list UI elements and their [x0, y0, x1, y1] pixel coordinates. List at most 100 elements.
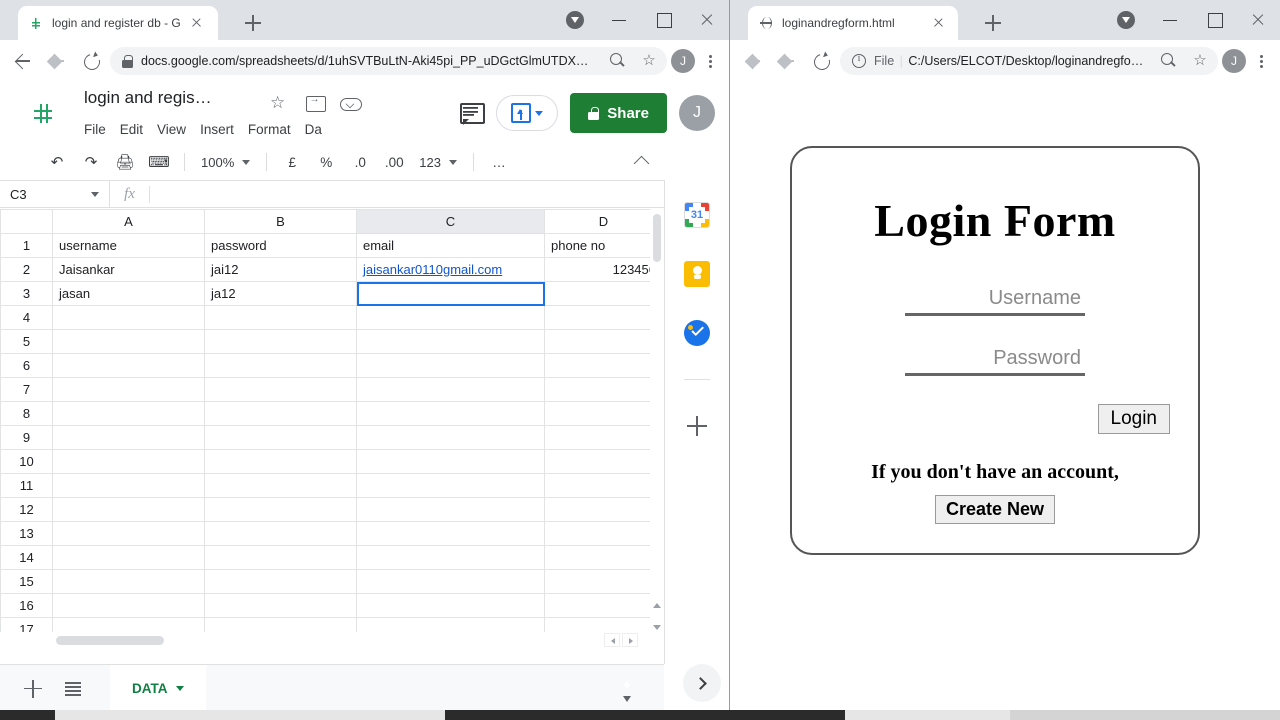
address-bar[interactable]: File | C:/Users/ELCOT/Desktop/loginandre…: [840, 47, 1218, 75]
menu-view[interactable]: View: [157, 122, 186, 137]
menu-file[interactable]: File: [84, 122, 106, 137]
row-header[interactable]: 6: [0, 353, 53, 378]
cell-a14[interactable]: [52, 545, 205, 570]
close-window-button[interactable]: [1236, 0, 1280, 40]
add-on-icon[interactable]: [684, 413, 710, 439]
cell-b1[interactable]: password: [204, 233, 357, 258]
column-header-b[interactable]: B: [204, 209, 357, 234]
row-header[interactable]: 8: [0, 401, 53, 426]
back-button[interactable]: [8, 46, 38, 76]
cell-a6[interactable]: [52, 353, 205, 378]
cell-d15[interactable]: [544, 569, 663, 594]
profile-avatar[interactable]: J: [671, 49, 695, 73]
scroll-thumb[interactable]: [653, 214, 661, 262]
column-header-d[interactable]: D: [544, 209, 663, 234]
cell-d9[interactable]: [544, 425, 663, 450]
reload-icon[interactable]: [806, 46, 836, 76]
cell-c5[interactable]: [356, 329, 545, 354]
cell-b16[interactable]: [204, 593, 357, 618]
row-header[interactable]: 9: [0, 425, 53, 450]
forward-button[interactable]: [42, 46, 72, 76]
cell-d5[interactable]: [544, 329, 663, 354]
cell-c16[interactable]: [356, 593, 545, 618]
cell-b2[interactable]: jai12: [204, 257, 357, 282]
cell-b11[interactable]: [204, 473, 357, 498]
minimize-button[interactable]: [597, 0, 641, 40]
new-tab-button[interactable]: [242, 12, 264, 34]
print-icon[interactable]: 🖨: [108, 147, 142, 177]
google-keep-icon[interactable]: [684, 261, 710, 287]
all-sheets-icon[interactable]: [56, 672, 90, 706]
chevron-down-icon[interactable]: [175, 686, 184, 691]
menu-insert[interactable]: Insert: [200, 122, 234, 137]
menu-edit[interactable]: Edit: [120, 122, 143, 137]
menu-format[interactable]: Format: [248, 122, 291, 137]
column-header-c[interactable]: C: [356, 209, 545, 234]
cell-d11[interactable]: [544, 473, 663, 498]
cell-b5[interactable]: [204, 329, 357, 354]
cell-a5[interactable]: [52, 329, 205, 354]
row-header[interactable]: 1: [0, 233, 53, 258]
cell-c14[interactable]: [356, 545, 545, 570]
bookmark-star-icon[interactable]: ☆: [1188, 49, 1212, 73]
row-header[interactable]: 2: [0, 257, 53, 282]
cell-c13[interactable]: [356, 521, 545, 546]
star-icon[interactable]: ☆: [270, 92, 292, 114]
scroll-right-icon[interactable]: [622, 633, 638, 647]
cell-a8[interactable]: [52, 401, 205, 426]
cell-d13[interactable]: [544, 521, 663, 546]
email-link[interactable]: jaisankar0110gmail.com: [363, 262, 502, 277]
cell-a13[interactable]: [52, 521, 205, 546]
cell-d2[interactable]: 123456: [544, 257, 663, 282]
cell-c11[interactable]: [356, 473, 545, 498]
reload-icon[interactable]: [76, 46, 106, 76]
add-sheet-button[interactable]: [16, 672, 50, 706]
cell-b15[interactable]: [204, 569, 357, 594]
close-icon[interactable]: [188, 15, 204, 31]
cell-a10[interactable]: [52, 449, 205, 474]
username-input[interactable]: [905, 287, 1085, 316]
back-button[interactable]: [738, 46, 768, 76]
column-header-a[interactable]: A: [52, 209, 205, 234]
new-tab-button[interactable]: [982, 12, 1004, 34]
number-format-select[interactable]: 123: [411, 155, 465, 170]
cell-d12[interactable]: [544, 497, 663, 522]
more-options-button[interactable]: …: [482, 147, 516, 177]
cell-d8[interactable]: [544, 401, 663, 426]
cell-d1[interactable]: phone no: [544, 233, 663, 258]
sheet-tab-data[interactable]: DATA: [110, 664, 206, 712]
comment-icon[interactable]: [458, 101, 486, 125]
collapse-toolbar-icon[interactable]: [632, 150, 652, 170]
cell-a16[interactable]: [52, 593, 205, 618]
expand-panel-button[interactable]: [683, 664, 721, 702]
scroll-thumb-horizontal[interactable]: [56, 636, 164, 645]
cell-b10[interactable]: [204, 449, 357, 474]
cell-b14[interactable]: [204, 545, 357, 570]
row-header[interactable]: 16: [0, 593, 53, 618]
address-bar[interactable]: docs.google.com/spreadsheets/d/1uhSVTBuL…: [110, 47, 667, 75]
cell-b6[interactable]: [204, 353, 357, 378]
name-box[interactable]: C3: [0, 180, 110, 208]
bookmark-star-icon[interactable]: ☆: [637, 49, 661, 73]
cell-c7[interactable]: [356, 377, 545, 402]
login-button[interactable]: Login: [1097, 404, 1170, 434]
forward-button[interactable]: [772, 46, 802, 76]
menu-data[interactable]: Da: [305, 122, 322, 137]
cell-a4[interactable]: [52, 305, 205, 330]
decrease-decimal-button[interactable]: .0: [343, 147, 377, 177]
account-avatar[interactable]: J: [679, 95, 715, 131]
cell-b13[interactable]: [204, 521, 357, 546]
zoom-select[interactable]: 100%: [193, 155, 258, 170]
profile-avatar[interactable]: J: [1222, 49, 1246, 73]
row-header[interactable]: 13: [0, 521, 53, 546]
cell-d14[interactable]: [544, 545, 663, 570]
password-input[interactable]: [905, 347, 1085, 376]
cell-a7[interactable]: [52, 377, 205, 402]
document-title[interactable]: login and regis…: [84, 88, 212, 108]
cell-d10[interactable]: [544, 449, 663, 474]
cell-b4[interactable]: [204, 305, 357, 330]
close-window-button[interactable]: [685, 0, 729, 40]
cell-c10[interactable]: [356, 449, 545, 474]
cell-a1[interactable]: username: [52, 233, 205, 258]
percent-button[interactable]: %: [309, 147, 343, 177]
